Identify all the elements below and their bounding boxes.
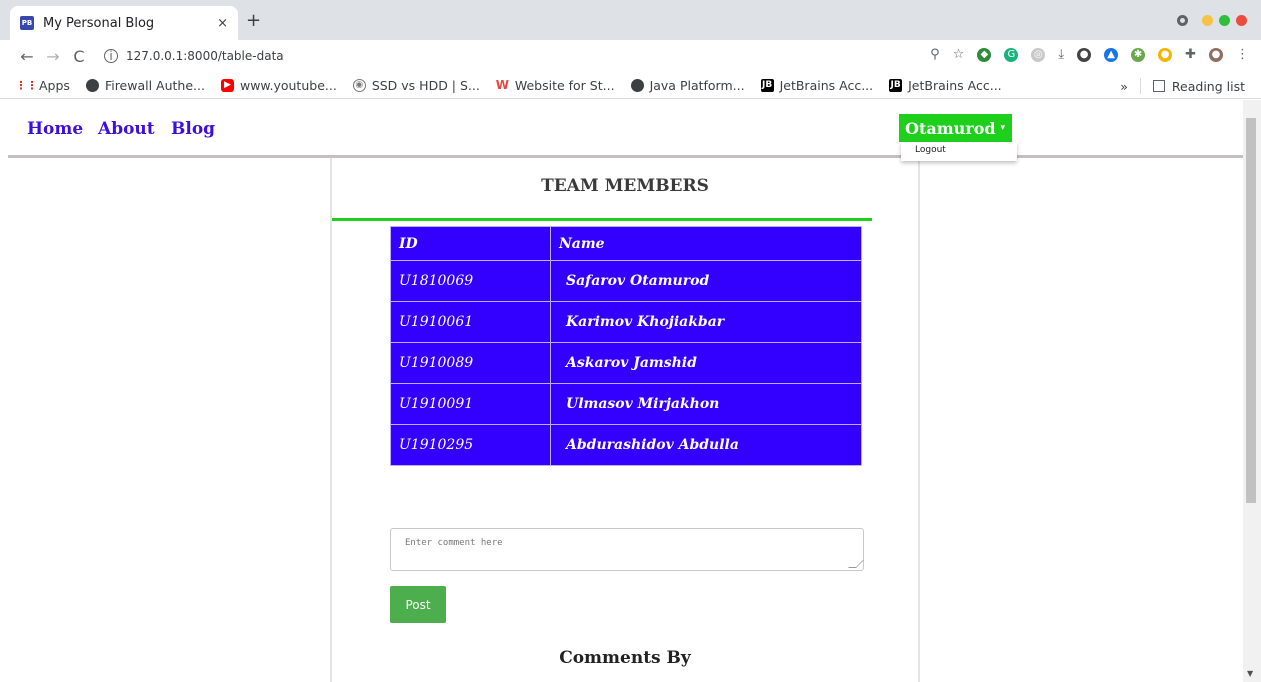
globe-icon — [630, 78, 644, 92]
column-header-id: ID — [390, 226, 551, 261]
comments-heading: Comments By — [559, 648, 691, 668]
bookmark-ssd-hdd[interactable]: ◉ SSD vs HDD | S... — [352, 77, 480, 93]
new-tab-button[interactable]: + — [246, 10, 261, 31]
extension-lock-icon[interactable]: ▲ — [1104, 47, 1119, 62]
record-icon — [1177, 15, 1188, 26]
bookmark-label: Apps — [39, 77, 70, 93]
extension-badge-icon[interactable]: ● — [1158, 47, 1173, 62]
team-table: ID Name U1810069 Safarov Otamurod U19100… — [390, 226, 862, 466]
logout-menu-item[interactable]: Logout — [901, 142, 1017, 161]
maximize-button[interactable] — [1219, 15, 1230, 26]
disk-icon: ◉ — [352, 78, 366, 92]
extensions-puzzle-icon[interactable]: ✚ — [1185, 47, 1196, 62]
bookmark-website[interactable]: W Website for St... — [496, 78, 615, 93]
member-id: U1910089 — [390, 342, 551, 384]
nav-about-link[interactable]: About — [98, 119, 155, 139]
reload-icon[interactable]: C — [66, 47, 92, 66]
member-id: U1910061 — [390, 301, 551, 343]
bookmark-star-icon[interactable]: ☆ — [953, 47, 965, 62]
w-logo-icon: W — [495, 78, 509, 92]
more-bookmarks-chevron-icon[interactable]: » — [1120, 79, 1128, 94]
bookmark-youtube[interactable]: ▶ www.youtube... — [220, 77, 337, 93]
post-button[interactable]: Post — [390, 586, 446, 623]
page-viewport: Home About Blog Otamurod ▾ Logout TEAM M… — [0, 100, 1243, 682]
site-info-icon[interactable]: i — [104, 49, 118, 63]
jetbrains-icon: JB — [889, 78, 903, 92]
extension-globe-icon[interactable]: ◎ — [1031, 47, 1046, 62]
browser-tab[interactable]: PB My Personal Blog × — [10, 6, 238, 40]
minimize-button[interactable] — [1202, 15, 1213, 26]
table-row: U1910089 Askarov Jamshid — [390, 342, 862, 384]
close-tab-icon[interactable]: × — [217, 16, 228, 31]
member-id: U1810069 — [390, 260, 551, 302]
team-title: TEAM MEMBERS — [541, 176, 709, 196]
nav-home-link[interactable]: Home — [27, 119, 83, 139]
member-name: Abdurashidov Abdulla — [550, 424, 862, 466]
toolbar-extensions: ⚲ ☆ ◆ G ◎ ⤓ ● ▲ ✱ ● ✚ ● ⋮ — [930, 47, 1249, 62]
table-row: U1910061 Karimov Khojiakbar — [390, 301, 862, 343]
globe-icon — [85, 78, 99, 92]
title-divider — [332, 218, 872, 221]
bookmarks-overflow: » Reading list — [1120, 78, 1245, 94]
table-header-row: ID Name — [390, 226, 862, 261]
zoom-icon[interactable]: ⚲ — [930, 47, 940, 62]
bookmark-label: www.youtube... — [239, 77, 337, 93]
profile-avatar-icon[interactable]: ● — [1209, 47, 1223, 62]
table-row: U1910091 Ulmasov Mirjakhon — [390, 383, 862, 425]
bookmark-label: JetBrains Acc... — [779, 77, 874, 93]
browser-toolbar: ← → C i 127.0.0.1:8000/table-data ⚲ ☆ ◆ … — [0, 40, 1261, 72]
table-row: U1910295 Abdurashidov Abdulla — [390, 424, 862, 466]
extension-gear-icon[interactable]: ✱ — [1131, 47, 1146, 62]
user-menu-button[interactable]: Otamurod ▾ — [899, 114, 1012, 142]
grammarly-icon[interactable]: G — [1004, 47, 1019, 62]
member-id: U1910295 — [390, 424, 551, 466]
bookmark-jetbrains-1[interactable]: JB JetBrains Acc... — [760, 77, 874, 93]
extension-shield-icon[interactable]: ◆ — [977, 47, 992, 62]
bookmark-jetbrains-2[interactable]: JB JetBrains Acc... — [889, 78, 1002, 93]
youtube-icon: ▶ — [220, 78, 234, 92]
bookmarks-divider — [1139, 78, 1141, 94]
caret-down-icon: ▾ — [1000, 123, 1006, 133]
column-header-name: Name — [550, 226, 862, 261]
browser-tabstrip: PB My Personal Blog × + — [0, 0, 1261, 40]
member-name: Karimov Khojiakbar — [550, 301, 862, 343]
window-controls — [1177, 15, 1247, 26]
apps-grid-icon: ⋮⋮ — [15, 78, 38, 92]
bookmark-label: Java Platform... — [649, 77, 745, 93]
reading-list-icon — [1152, 80, 1165, 92]
bookmark-firewall[interactable]: Firewall Authe... — [85, 77, 205, 93]
nav-blog-link[interactable]: Blog — [171, 119, 215, 139]
tab-title: My Personal Blog — [43, 15, 155, 31]
team-card: TEAM MEMBERS ID Name U1810069 Safarov Ot… — [330, 158, 920, 682]
bookmarks-bar: ⋮⋮ Apps Firewall Authe... ▶ www.youtube.… — [0, 72, 1261, 99]
reading-list-button[interactable]: Reading list — [1152, 78, 1245, 94]
jetbrains-icon: JB — [760, 78, 774, 92]
extension-paw-icon[interactable]: ● — [1077, 47, 1092, 62]
bookmark-label: Website for St... — [514, 77, 615, 93]
forward-arrow-icon[interactable]: → — [40, 47, 66, 66]
member-name: Ulmasov Mirjakhon — [550, 383, 862, 425]
blog-favicon-icon: PB — [20, 16, 34, 30]
reading-list-label: Reading list — [1171, 78, 1245, 94]
table-row: U1810069 Safarov Otamurod — [390, 260, 862, 302]
member-id: U1910091 — [390, 383, 551, 425]
bookmark-label: JetBrains Acc... — [908, 77, 1002, 93]
address-bar[interactable]: 127.0.0.1:8000/table-data — [126, 49, 284, 63]
comment-input[interactable] — [390, 528, 864, 571]
close-window-button[interactable] — [1236, 15, 1247, 26]
bookmark-label: Firewall Authe... — [104, 77, 205, 93]
username-label: Otamurod — [905, 118, 996, 138]
browser-menu-icon[interactable]: ⋮ — [1236, 47, 1249, 62]
scrollbar-thumb[interactable] — [1246, 118, 1256, 503]
member-name: Safarov Otamurod — [550, 260, 862, 302]
bookmark-java[interactable]: Java Platform... — [630, 77, 745, 93]
scroll-down-arrow-icon[interactable]: ▼ — [1247, 669, 1253, 678]
site-navbar: Home About Blog Otamurod ▾ Logout — [8, 100, 1243, 161]
member-name: Askarov Jamshid — [550, 342, 862, 384]
page-scrollbar[interactable]: ▼ — [1243, 100, 1261, 682]
download-icon[interactable]: ⤓ — [1058, 47, 1064, 62]
bookmark-apps[interactable]: ⋮⋮ Apps — [15, 77, 70, 93]
bookmark-label: SSD vs HDD | S... — [371, 77, 480, 93]
back-arrow-icon[interactable]: ← — [14, 47, 40, 66]
